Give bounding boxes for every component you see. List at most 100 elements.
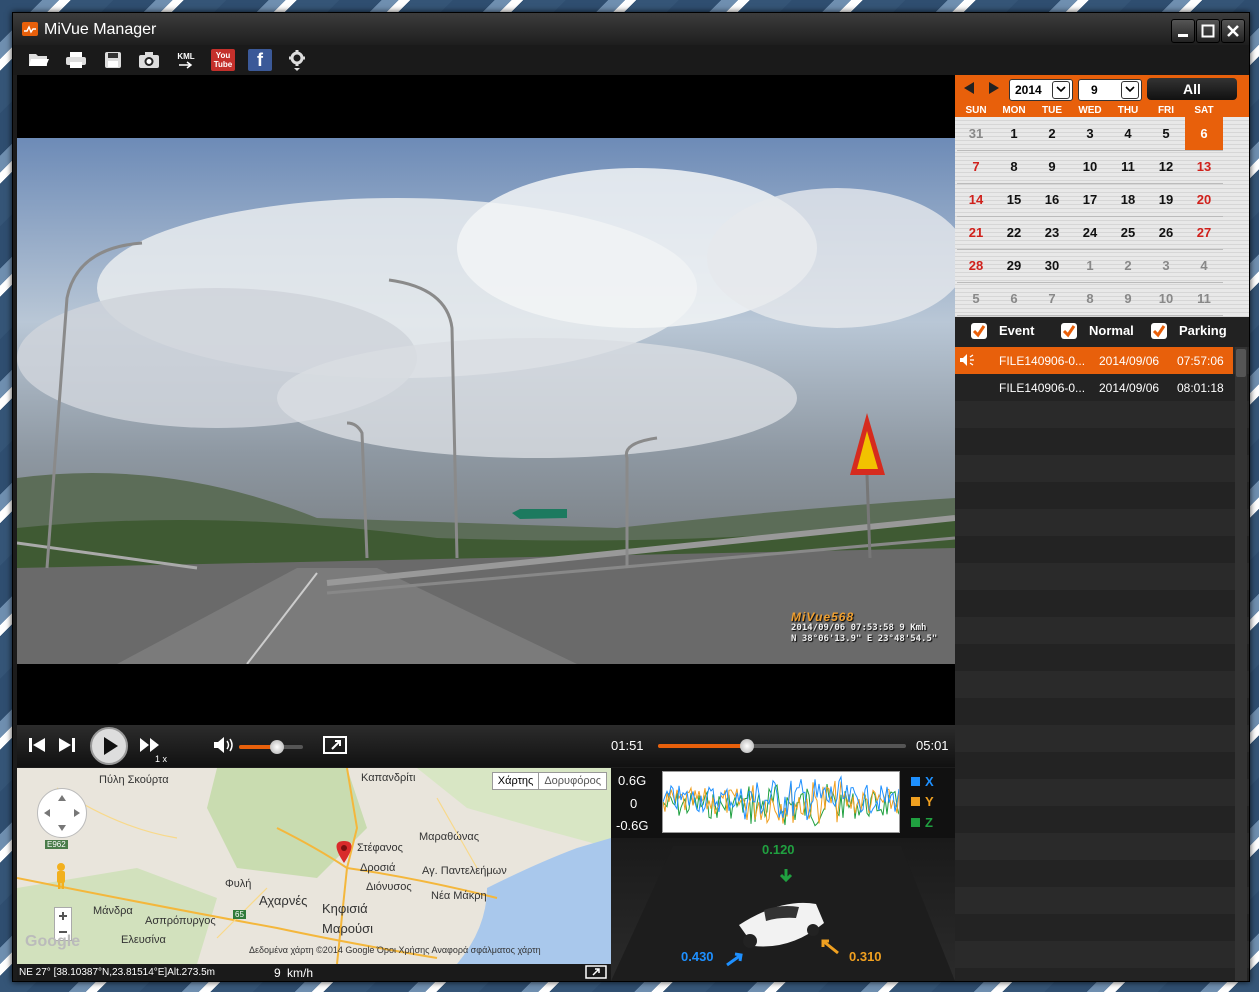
close-button[interactable]: [1221, 19, 1245, 43]
filter-label-normal[interactable]: Normal: [1089, 323, 1134, 338]
calendar-day[interactable]: 2: [1109, 249, 1147, 283]
calendar-day[interactable]: 21: [957, 216, 995, 250]
filter-checkbox-event[interactable]: [971, 323, 987, 339]
kml-export-icon[interactable]: KML: [174, 49, 198, 71]
calendar-day[interactable]: 6: [995, 282, 1033, 316]
calendar-day[interactable]: 24: [1071, 216, 1109, 250]
chevron-down-icon: [1121, 81, 1139, 99]
map-pan-control[interactable]: [37, 788, 87, 838]
calendar-day[interactable]: 12: [1147, 150, 1185, 184]
map-panel[interactable]: Χάρτης Δορυφόρος Πύλη Σκούρτα Καπανδρίτι…: [17, 768, 611, 964]
calendar-day[interactable]: 22: [995, 216, 1033, 250]
osd-brand: MiVue568: [791, 610, 855, 624]
map-label: Φυλή: [225, 878, 252, 890]
calendar-day[interactable]: 11: [1109, 150, 1147, 184]
calendar-day[interactable]: 30: [1033, 249, 1071, 283]
window-title: MiVue Manager: [44, 21, 157, 38]
scrollbar-thumb[interactable]: [1236, 349, 1246, 377]
print-icon[interactable]: [64, 49, 88, 71]
youtube-icon[interactable]: You Tube: [211, 49, 235, 71]
file-row[interactable]: FILE140906-0... 2014/09/06 07:57:06: [955, 347, 1233, 374]
open-folder-icon[interactable]: [27, 49, 51, 71]
calendar-day[interactable]: 8: [1071, 282, 1109, 316]
calendar-day[interactable]: 10: [1147, 282, 1185, 316]
maximize-button[interactable]: [1196, 19, 1220, 43]
speed-unit-select[interactable]: km/h: [287, 966, 313, 980]
minimize-button[interactable]: [1171, 19, 1195, 43]
filter-checkbox-parking[interactable]: [1151, 323, 1167, 339]
calendar-day[interactable]: 26: [1147, 216, 1185, 250]
calendar-day[interactable]: 20: [1185, 183, 1223, 217]
file-list-scrollbar[interactable]: [1235, 347, 1247, 981]
calendar-day[interactable]: 9: [1109, 282, 1147, 316]
month-select[interactable]: 9: [1078, 79, 1142, 101]
weekday-label: MON: [1002, 105, 1026, 116]
snapshot-icon[interactable]: [137, 49, 161, 71]
calendar-day[interactable]: 17: [1071, 183, 1109, 217]
calendar-day[interactable]: 4: [1109, 117, 1147, 151]
filter-checkbox-normal[interactable]: [1061, 323, 1077, 339]
map-label: Στέφανος: [357, 842, 403, 854]
map-type-satellite[interactable]: Δορυφόρος: [538, 773, 606, 789]
volume-knob[interactable]: [270, 740, 285, 754]
calendar-day[interactable]: 14: [957, 183, 995, 217]
g-sensor-graph: [662, 771, 900, 833]
calendar-day[interactable]: 11: [1185, 282, 1223, 316]
save-icon[interactable]: [101, 49, 125, 71]
map-label: Νέα Μάκρη: [431, 890, 487, 902]
calendar-day[interactable]: 2: [1033, 117, 1071, 151]
calendar-day[interactable]: 4: [1185, 249, 1223, 283]
toolbar: KML You Tube f: [13, 45, 1249, 75]
filter-label-parking[interactable]: Parking: [1179, 323, 1227, 338]
facebook-icon[interactable]: f: [248, 49, 272, 71]
playback-controls: 1 x 01:51 05:01: [17, 725, 955, 767]
calendar-day[interactable]: 3: [1071, 117, 1109, 151]
year-select[interactable]: 2014: [1009, 79, 1073, 101]
calendar-day[interactable]: 9: [1033, 150, 1071, 184]
map-type-map[interactable]: Χάρτης: [493, 773, 539, 789]
calendar-day[interactable]: 23: [1033, 216, 1071, 250]
previous-track-button[interactable]: [27, 736, 47, 759]
calendar-day[interactable]: 10: [1071, 150, 1109, 184]
calendar-day[interactable]: 15: [995, 183, 1033, 217]
prev-month-arrow-icon[interactable]: [962, 81, 976, 99]
calendar-day[interactable]: 7: [957, 150, 995, 184]
calendar-day[interactable]: 5: [1147, 117, 1185, 151]
map-type-toggle[interactable]: Χάρτης Δορυφόρος: [491, 772, 607, 790]
filter-label-event[interactable]: Event: [999, 323, 1034, 338]
calendar-day[interactable]: 31: [957, 117, 995, 151]
calendar-day[interactable]: 29: [995, 249, 1033, 283]
calendar-day[interactable]: 27: [1185, 216, 1223, 250]
calendar-day[interactable]: 1: [995, 117, 1033, 151]
file-row[interactable]: FILE140906-0... 2014/09/06 08:01:18: [955, 374, 1233, 401]
seek-knob[interactable]: [740, 739, 755, 753]
play-button[interactable]: [89, 726, 129, 771]
video-player[interactable]: MiVue568 2014/09/06 07:53:58 9 Kmh N 38°…: [17, 75, 955, 725]
settings-icon[interactable]: [285, 49, 309, 71]
calendar-day[interactable]: 6: [1185, 117, 1223, 151]
calendar-day[interactable]: 8: [995, 150, 1033, 184]
calendar-day[interactable]: 1: [1071, 249, 1109, 283]
calendar-day[interactable]: 3: [1147, 249, 1185, 283]
next-track-button[interactable]: [57, 736, 77, 759]
file-type-filters: Event Normal Parking: [955, 317, 1249, 347]
map-expand-button[interactable]: [585, 965, 607, 979]
volume-slider[interactable]: [239, 740, 303, 754]
calendar-day[interactable]: 7: [1033, 282, 1071, 316]
calendar-day[interactable]: 25: [1109, 216, 1147, 250]
calendar-day[interactable]: 28: [957, 249, 995, 283]
street-view-pegman-icon[interactable]: [54, 862, 68, 890]
seek-bar[interactable]: [658, 739, 906, 753]
calendar-day[interactable]: 5: [957, 282, 995, 316]
calendar-day[interactable]: 19: [1147, 183, 1185, 217]
all-button[interactable]: All: [1147, 78, 1237, 100]
map-label: Μάνδρα: [93, 905, 133, 917]
calendar-day[interactable]: 16: [1033, 183, 1071, 217]
calendar-day[interactable]: 18: [1109, 183, 1147, 217]
next-month-arrow-icon[interactable]: [987, 81, 1001, 99]
fullscreen-button[interactable]: [323, 736, 347, 759]
calendar-day[interactable]: 13: [1185, 150, 1223, 184]
map-attribution[interactable]: Δεδομένα χάρτη ©2014 Google Όροι Χρήσης …: [249, 945, 541, 955]
volume-icon[interactable]: [212, 735, 236, 760]
road-shield: E962: [45, 840, 68, 849]
